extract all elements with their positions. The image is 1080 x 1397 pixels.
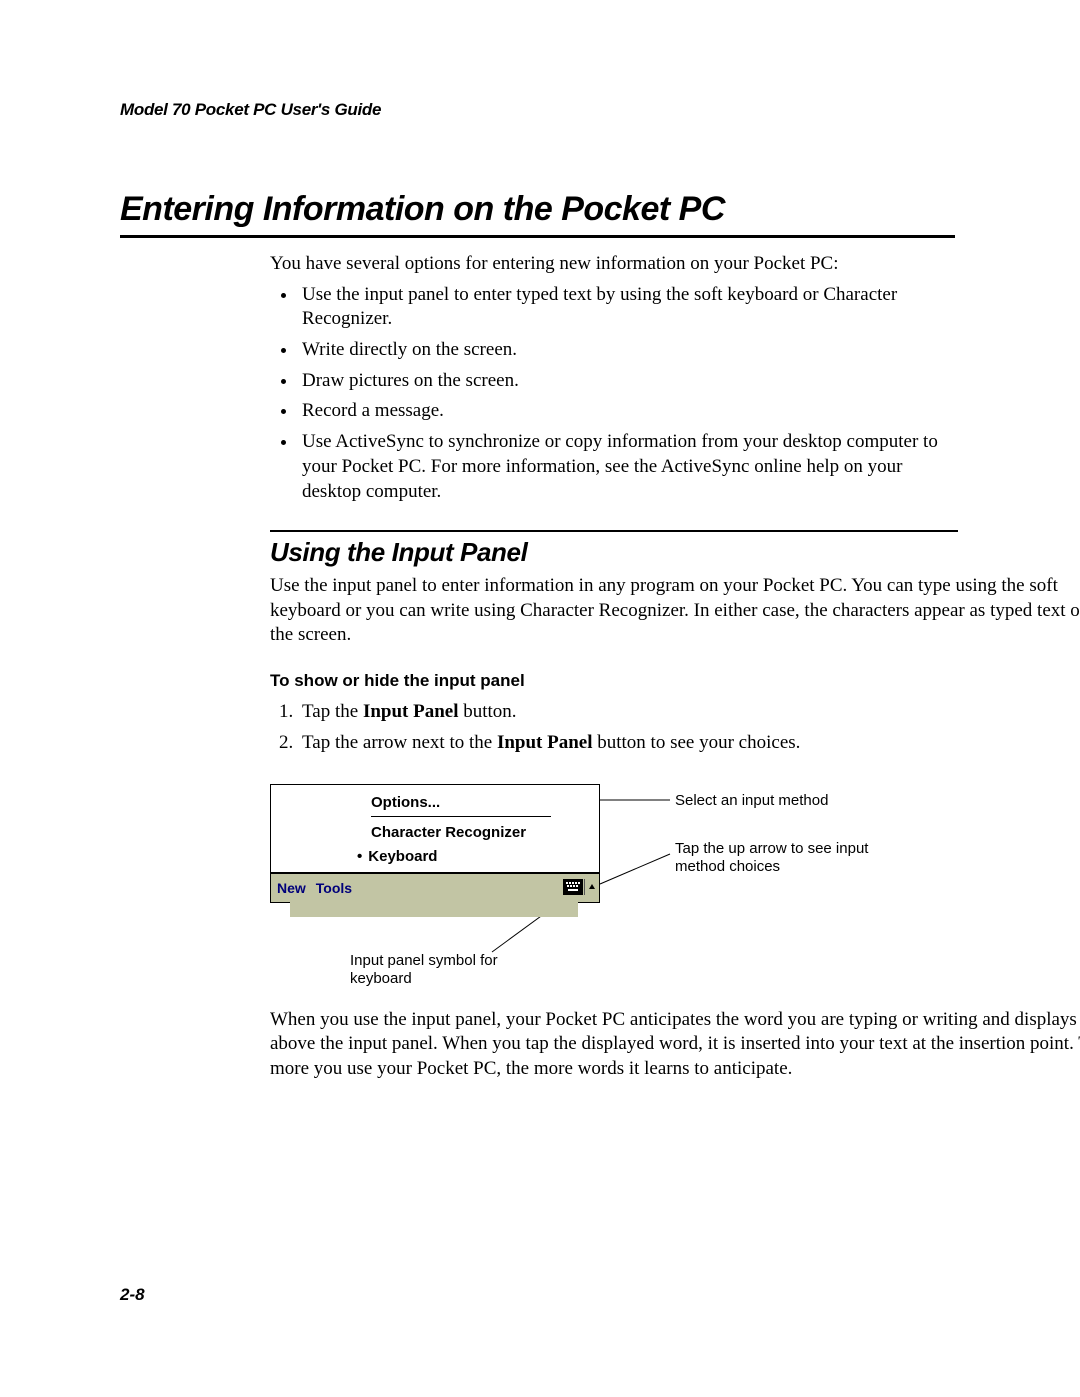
list-item: Use the input panel to enter typed text …: [298, 283, 958, 332]
closing-paragraph: When you use the input panel, your Pocke…: [270, 1008, 1080, 1082]
running-header: Model 70 Pocket PC User's Guide: [120, 100, 960, 120]
step-item: Tap the arrow next to the Input Panel bu…: [298, 731, 958, 756]
selected-bullet-icon: •: [357, 848, 362, 865]
chevron-up-icon: [588, 883, 596, 891]
menu-item-label: Keyboard: [368, 848, 437, 865]
heading-1: Entering Information on the Pocket PC: [120, 190, 955, 238]
list-item: Draw pictures on the screen.: [298, 369, 958, 394]
input-panel-button[interactable]: [563, 879, 583, 895]
heading-3: To show or hide the input panel: [270, 670, 958, 692]
menu-item-character-recognizer[interactable]: Character Recognizer: [371, 821, 599, 845]
tools-menu[interactable]: Tools: [306, 879, 352, 897]
pocketpc-screenshot: Options... Character Recognizer •Keyboar…: [270, 784, 600, 904]
step-bold: Input Panel: [363, 701, 459, 722]
input-method-menu: Options... Character Recognizer •Keyboar…: [271, 785, 599, 875]
callout-keyboard-symbol: Input panel symbol for keyboard: [350, 952, 530, 988]
step-text: Tap the: [302, 701, 363, 722]
step-item: Tap the Input Panel button.: [298, 700, 958, 725]
step-bold: Input Panel: [497, 732, 593, 753]
menu-item-keyboard[interactable]: •Keyboard: [371, 845, 599, 869]
list-item: Write directly on the screen.: [298, 338, 958, 363]
intro-bullet-list: Use the input panel to enter typed text …: [270, 283, 958, 505]
callout-select-method: Select an input method: [675, 792, 828, 810]
menu-item-options[interactable]: Options...: [371, 791, 599, 815]
list-item: Record a message.: [298, 399, 958, 424]
keyboard-icon: [565, 881, 581, 893]
new-menu[interactable]: New: [271, 879, 306, 897]
input-panel-arrow-button[interactable]: [584, 879, 599, 895]
step-text: button.: [459, 701, 517, 722]
figure-input-panel: Options... Character Recognizer •Keyboar…: [270, 784, 958, 994]
page-number: 2-8: [120, 1285, 145, 1305]
subsection-paragraph: Use the input panel to enter information…: [270, 574, 1080, 648]
heading-2: Using the Input Panel: [270, 530, 958, 570]
callout-up-arrow: Tap the up arrow to see input method cho…: [675, 840, 875, 876]
figure-bottom-spacer: [290, 897, 578, 917]
list-item: Use ActiveSync to synchronize or copy in…: [298, 430, 958, 504]
intro-paragraph: You have several options for entering ne…: [270, 252, 958, 277]
steps-list: Tap the Input Panel button. Tap the arro…: [270, 700, 958, 755]
step-text: Tap the arrow next to the: [302, 732, 497, 753]
step-text: button to see your choices.: [593, 732, 801, 753]
